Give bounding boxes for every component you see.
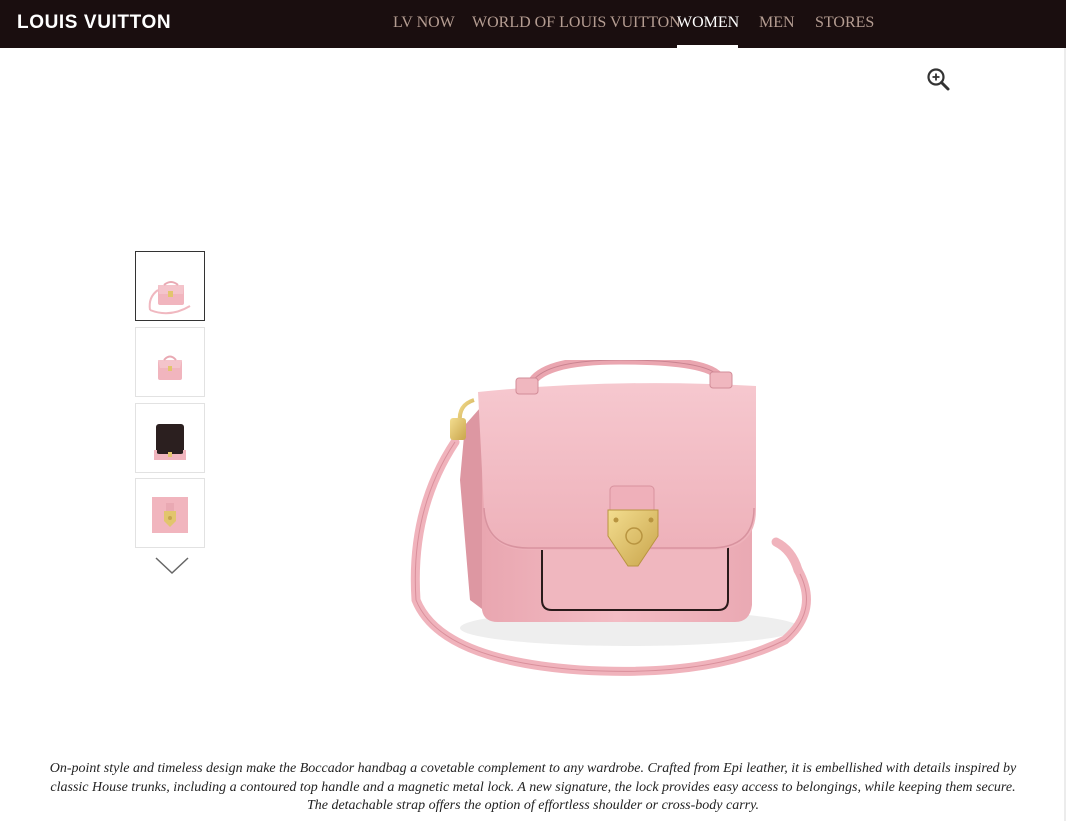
bag-thumbnail-image (148, 281, 191, 315)
nav-item-men[interactable]: MEN (759, 14, 795, 32)
nav-item-women[interactable]: WOMEN (677, 14, 739, 32)
thumbnail-interior-view[interactable] (135, 403, 205, 473)
top-navigation-bar: LOUIS VUITTON LV NOW WORLD OF LOUIS VUIT… (0, 0, 1066, 48)
product-description: On-point style and timeless design make … (49, 761, 1017, 813)
nav-item-world-of-louis-vuitton[interactable]: WORLD OF LOUIS VUITTON (472, 14, 681, 32)
zoom-in-icon[interactable] (925, 66, 951, 92)
bag-thumbnail-image (158, 355, 182, 380)
chevron-down-icon[interactable] (154, 555, 190, 577)
bag-thumbnail-image (154, 424, 186, 460)
bag-thumbnail-image (152, 497, 188, 533)
brand-logo[interactable]: LOUIS VUITTON (17, 12, 171, 34)
thumbnail-front-view[interactable] (135, 251, 205, 321)
active-nav-indicator (677, 45, 738, 48)
nav-item-stores[interactable]: STORES (815, 14, 874, 32)
thumbnail-side-view[interactable] (135, 327, 205, 397)
nav-item-lv-now[interactable]: LV NOW (393, 14, 455, 32)
product-main-image (380, 355, 820, 700)
thumbnail-lock-detail[interactable] (135, 478, 205, 548)
